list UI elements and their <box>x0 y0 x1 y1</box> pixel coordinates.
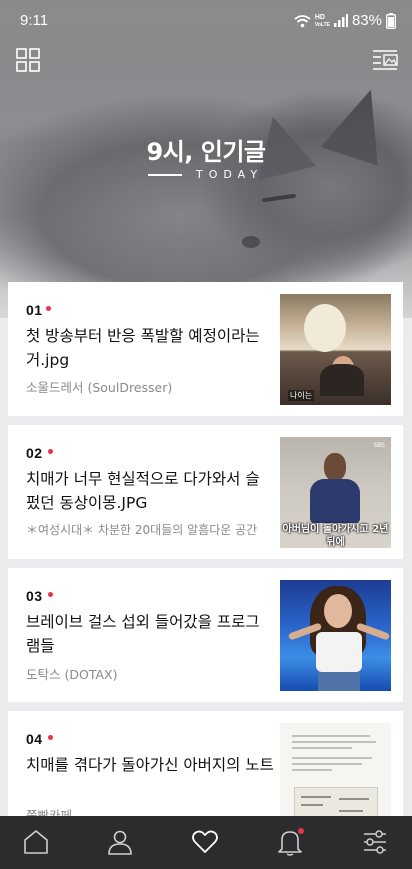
thumbnail-caption: 아버님이 돌아가시고 2년 뒤에 <box>282 524 389 548</box>
heart-icon <box>192 830 218 853</box>
view-toggle-button[interactable] <box>372 48 398 74</box>
signal-icon <box>333 14 348 27</box>
post-title: 첫 방송부터 반응 폭발할 예정이라는거.jpg <box>26 327 260 369</box>
home-icon <box>24 830 48 854</box>
sliders-icon <box>364 830 386 854</box>
network-label: HD <box>314 13 325 21</box>
battery-percent: 83% <box>351 12 382 29</box>
volte-label: VoLTE <box>314 21 330 28</box>
status-bar: 9:11 HD VoLTE 83% <box>0 0 412 42</box>
post-source: ＊여성시대＊ 차분한 20대들의 알흠다운 공간 <box>26 523 258 537</box>
post-thumbnail: 나이는 <box>280 294 391 405</box>
post-thumbnail <box>280 580 391 691</box>
new-dot <box>48 735 53 740</box>
post-card[interactable]: 02 치매가 너무 현실적으로 다가와서 슬펐던 동상이몽.JPG ＊여성시대＊… <box>8 425 403 559</box>
battery-icon <box>386 12 396 29</box>
nav-home[interactable] <box>22 828 52 858</box>
page-subtitle: TODAY <box>196 168 264 181</box>
post-rank: 01 <box>26 302 43 318</box>
new-dot <box>46 306 51 311</box>
post-card[interactable]: 04 치매를 겪다가 돌아가신 아버지의 노트 쭉빵카페 <box>8 711 403 823</box>
new-dot <box>48 449 53 454</box>
nav-favorites[interactable] <box>191 828 221 858</box>
post-card[interactable]: 01 첫 방송부터 반응 폭발할 예정이라는거.jpg 소울드레서 (SoulD… <box>8 282 403 416</box>
nav-settings[interactable] <box>361 828 391 858</box>
post-rank: 03 <box>26 588 43 604</box>
nav-notifications[interactable] <box>276 828 306 858</box>
post-title: 치매를 겪다가 돌아가신 아버지의 노트 <box>26 756 274 774</box>
wifi-icon <box>294 14 311 27</box>
post-rank: 02 <box>26 445 43 461</box>
notification-badge <box>298 828 304 834</box>
post-thumbnail <box>280 723 391 821</box>
grid-icon <box>16 48 40 72</box>
post-source: 소울드레서 (SoulDresser) <box>26 380 173 395</box>
post-title: 브레이브 걸스 섭외 들어갔을 프로그램들 <box>26 613 260 655</box>
post-title: 치매가 너무 현실적으로 다가와서 슬펐던 동상이몽.JPG <box>26 470 260 512</box>
thumbnail-caption: 나이는 <box>288 390 315 401</box>
post-source: 도탁스 (DOTAX) <box>26 667 118 682</box>
new-dot <box>48 592 53 597</box>
hero-banner: 9:11 HD VoLTE 83% 9시, 인기글 TODAY <box>0 0 412 318</box>
status-time: 9:11 <box>20 12 49 29</box>
broadcaster-logo: SBS <box>373 442 385 449</box>
title-divider <box>148 174 182 176</box>
post-card[interactable]: 03 브레이브 걸스 섭외 들어갔을 프로그램들 도탁스 (DOTAX) <box>8 568 403 702</box>
gallery-list-icon <box>373 50 398 70</box>
person-icon <box>108 830 132 855</box>
bottom-navigation <box>0 816 412 869</box>
grid-menu-button[interactable] <box>16 48 42 74</box>
post-rank: 04 <box>26 731 43 747</box>
post-thumbnail: SBS 아버님이 돌아가시고 2년 뒤에 <box>280 437 391 548</box>
page-title: 9시, 인기글 <box>146 138 267 166</box>
nav-profile[interactable] <box>106 828 136 858</box>
